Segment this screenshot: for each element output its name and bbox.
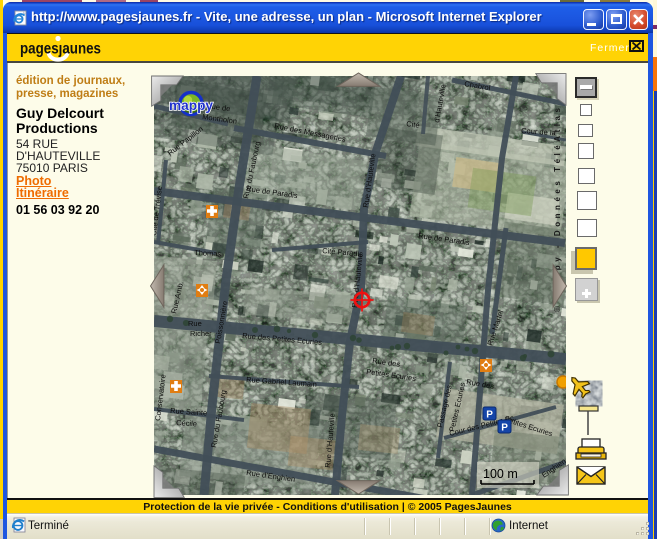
svg-text:mappy: mappy bbox=[169, 97, 213, 113]
svg-text:100 m: 100 m bbox=[483, 467, 518, 481]
svg-text:Richer: Richer bbox=[190, 329, 212, 338]
svg-text:P: P bbox=[501, 423, 508, 434]
svg-text:Cité: Cité bbox=[406, 119, 420, 130]
svg-text:Cécile: Cécile bbox=[176, 418, 197, 428]
svg-text:P: P bbox=[486, 410, 493, 421]
svg-text:pagesȷaunes: pagesȷaunes bbox=[20, 41, 101, 58]
svg-text:Thomas: Thomas bbox=[194, 248, 222, 258]
svg-text:Rue: Rue bbox=[188, 319, 202, 328]
